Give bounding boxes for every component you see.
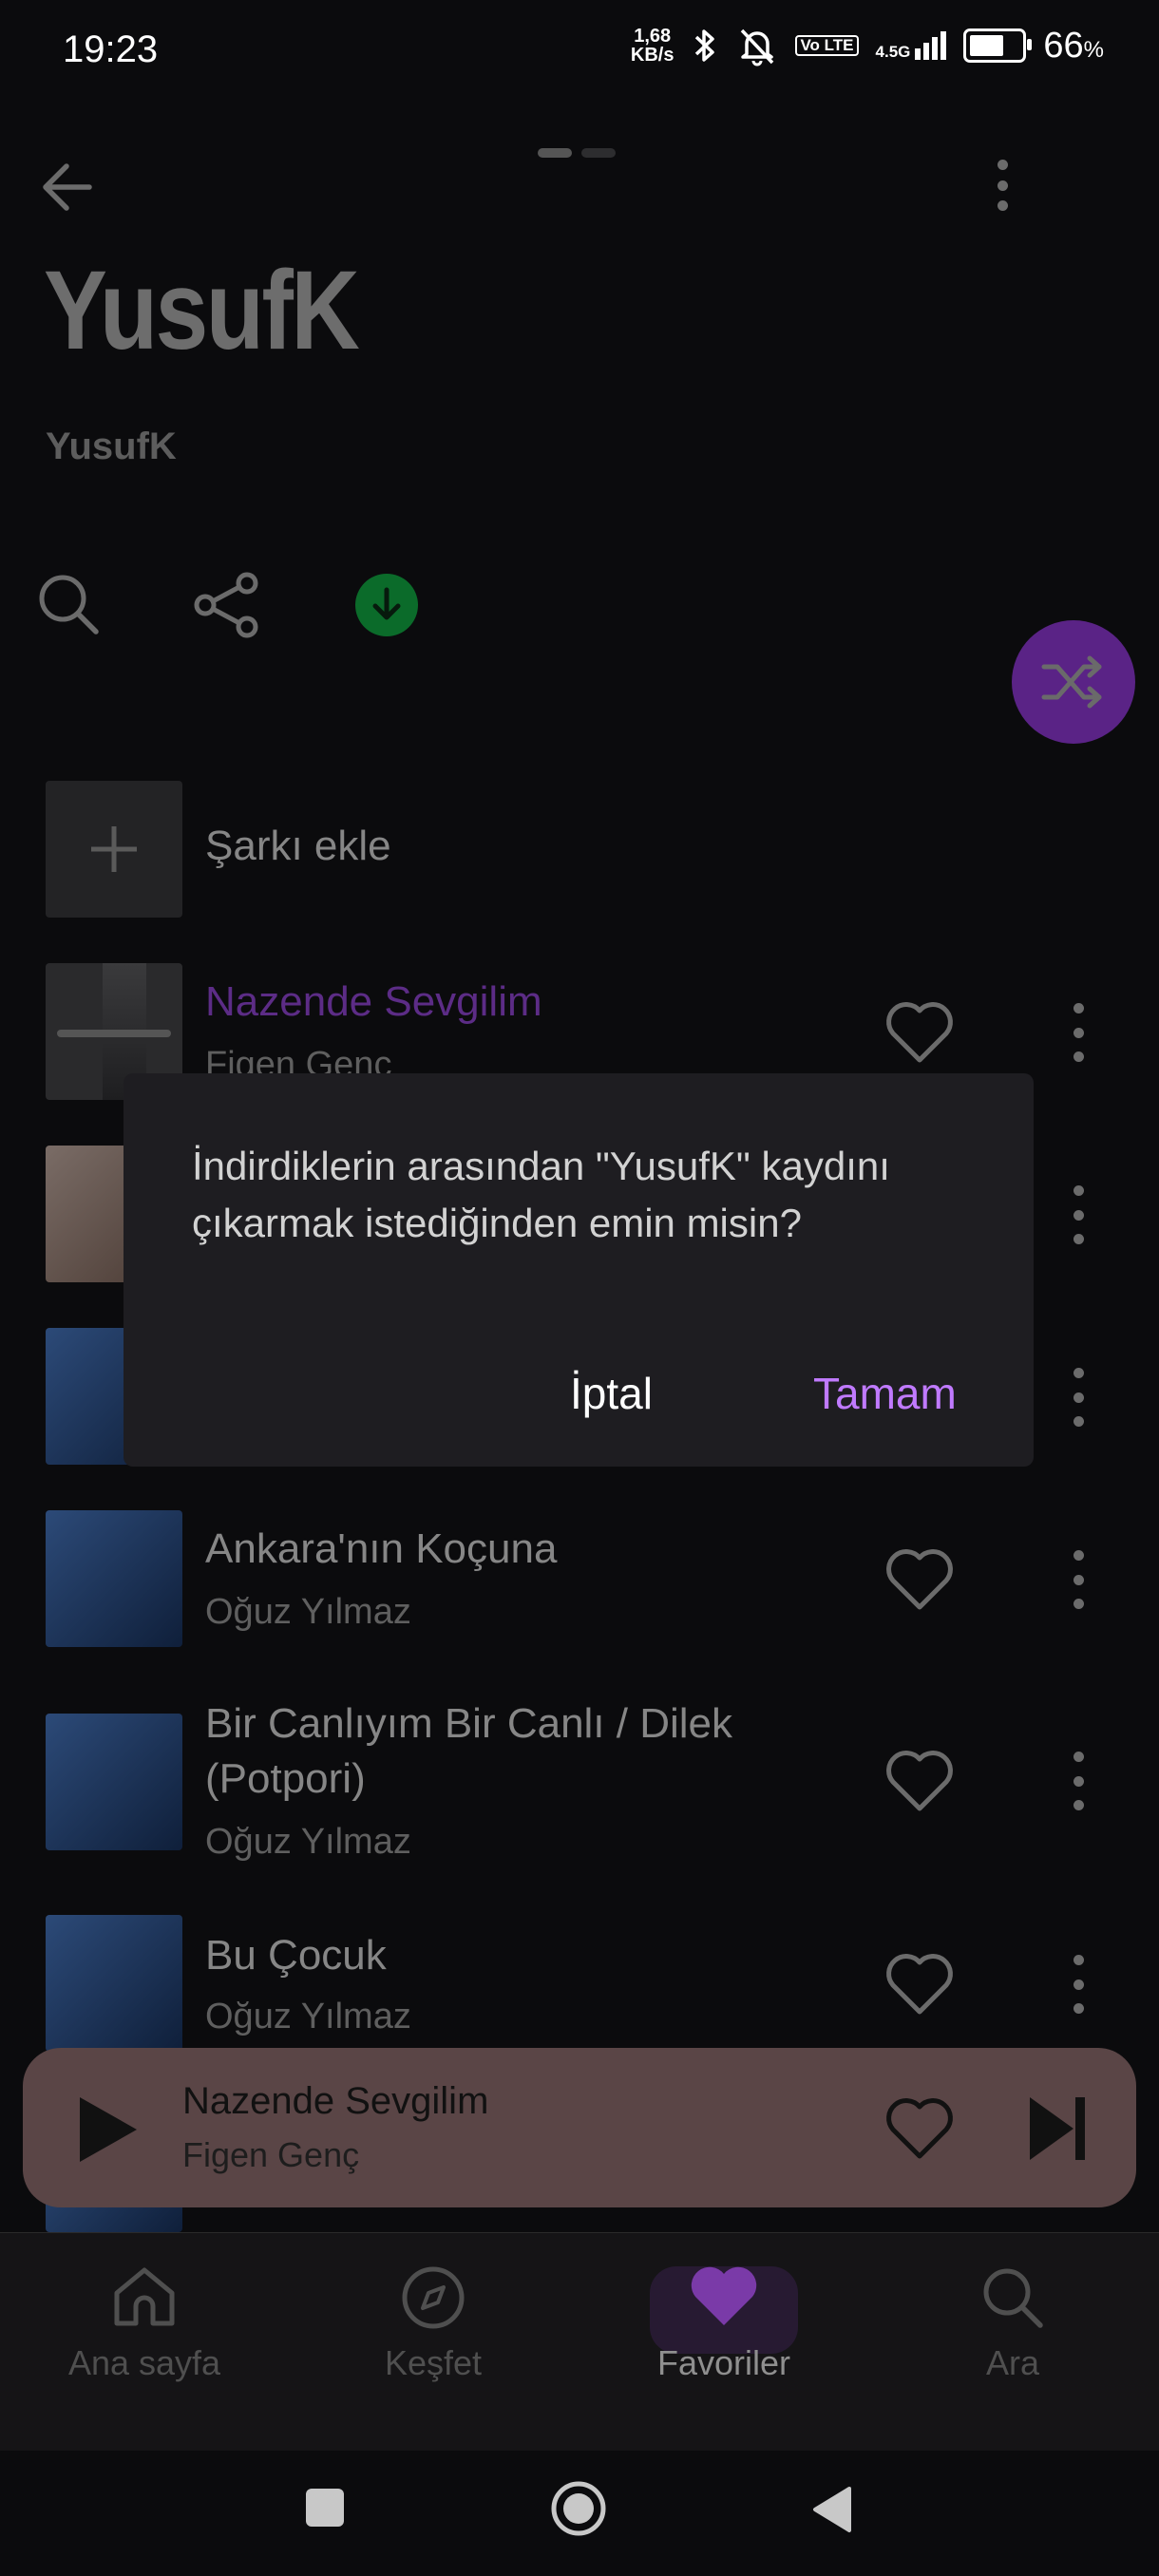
song-more-icon[interactable] (1062, 1951, 1094, 2017)
mini-player[interactable] (23, 2048, 1136, 2207)
playlist-owner: YusufK (46, 426, 177, 467)
heart-outline-icon[interactable] (884, 1748, 956, 1814)
more-options-icon[interactable] (986, 156, 1018, 215)
search-icon[interactable] (36, 572, 101, 636)
signal-icon: 4.5G (876, 31, 947, 60)
nav-search[interactable]: Ara (918, 2264, 1108, 2383)
back-button[interactable] (811, 2485, 853, 2534)
play-icon[interactable] (74, 2093, 142, 2166)
skip-next-icon[interactable] (1026, 2093, 1089, 2164)
heart-outline-icon[interactable] (884, 1951, 956, 2017)
song-artist: Oğuz Yılmaz (205, 1997, 411, 2036)
mini-player-artist: Figen Genç (182, 2135, 360, 2174)
song-more-icon[interactable] (1062, 999, 1094, 1066)
dialog-message: İndirdiklerin arasından "YusufK" kaydını… (192, 1144, 890, 1245)
network-speed: 1,68 KB/s (630, 26, 674, 66)
add-song-label[interactable]: Şarkı ekle (205, 823, 391, 870)
album-art (46, 1510, 182, 1647)
page-indicator (538, 148, 616, 158)
compass-icon (402, 2266, 465, 2329)
song-title[interactable]: Ankara'nın Koçuna (205, 1525, 557, 1573)
volte-badge: Vo LTE (795, 35, 859, 56)
song-title[interactable]: Bir Canlıyım Bir Canlı / Dilek (205, 1700, 732, 1748)
battery-icon (963, 28, 1033, 63)
download-done-icon[interactable] (355, 574, 418, 636)
heart-outline-icon[interactable] (884, 1546, 956, 1613)
song-artist: Oğuz Yılmaz (205, 1822, 411, 1862)
song-more-icon[interactable] (1062, 1182, 1094, 1248)
search-icon (983, 2268, 1043, 2328)
album-art (46, 1714, 182, 1850)
status-icons: 1,68 KB/s Vo LTE 4.5G 66% (631, 25, 1104, 66)
heart-outline-icon[interactable] (884, 999, 956, 1066)
song-more-icon[interactable] (1062, 1364, 1094, 1430)
recents-button[interactable] (306, 2489, 344, 2527)
shuffle-icon (1041, 655, 1102, 709)
mini-player-title: Nazende Sevgilim (182, 2080, 489, 2122)
song-more-icon[interactable] (1062, 1546, 1094, 1613)
ok-button[interactable]: Tamam (813, 1368, 957, 1419)
back-arrow-icon[interactable] (36, 156, 103, 218)
heart-outline-icon[interactable] (884, 2095, 956, 2162)
song-title[interactable]: Bu Çocuk (205, 1932, 387, 1979)
home-button[interactable] (549, 2479, 608, 2538)
nav-home[interactable]: Ana sayfa (49, 2264, 239, 2383)
bluetooth-icon (695, 29, 715, 62)
add-song-tile[interactable] (46, 781, 182, 918)
song-artist: Oğuz Yılmaz (205, 1592, 411, 1632)
page-title: YusufK (44, 248, 360, 373)
song-more-icon[interactable] (1062, 1748, 1094, 1814)
bell-muted-icon (741, 28, 774, 66)
song-title[interactable]: Nazende Sevgilim (205, 978, 542, 1026)
home-icon (114, 2267, 175, 2326)
nav-explore[interactable]: Keşfet (338, 2264, 528, 2383)
plus-icon (91, 826, 137, 872)
share-icon[interactable] (192, 572, 262, 638)
song-title-line2[interactable]: (Potpori) (205, 1755, 366, 1803)
nav-favorites[interactable]: Favoriler (629, 2264, 819, 2383)
album-art (46, 1915, 182, 2052)
heart-icon (691, 2266, 757, 2325)
status-time: 19:23 (63, 28, 159, 70)
shuffle-button[interactable] (1012, 620, 1135, 744)
cancel-button[interactable]: İptal (570, 1368, 653, 1419)
battery-percent: 66% (1043, 25, 1104, 66)
